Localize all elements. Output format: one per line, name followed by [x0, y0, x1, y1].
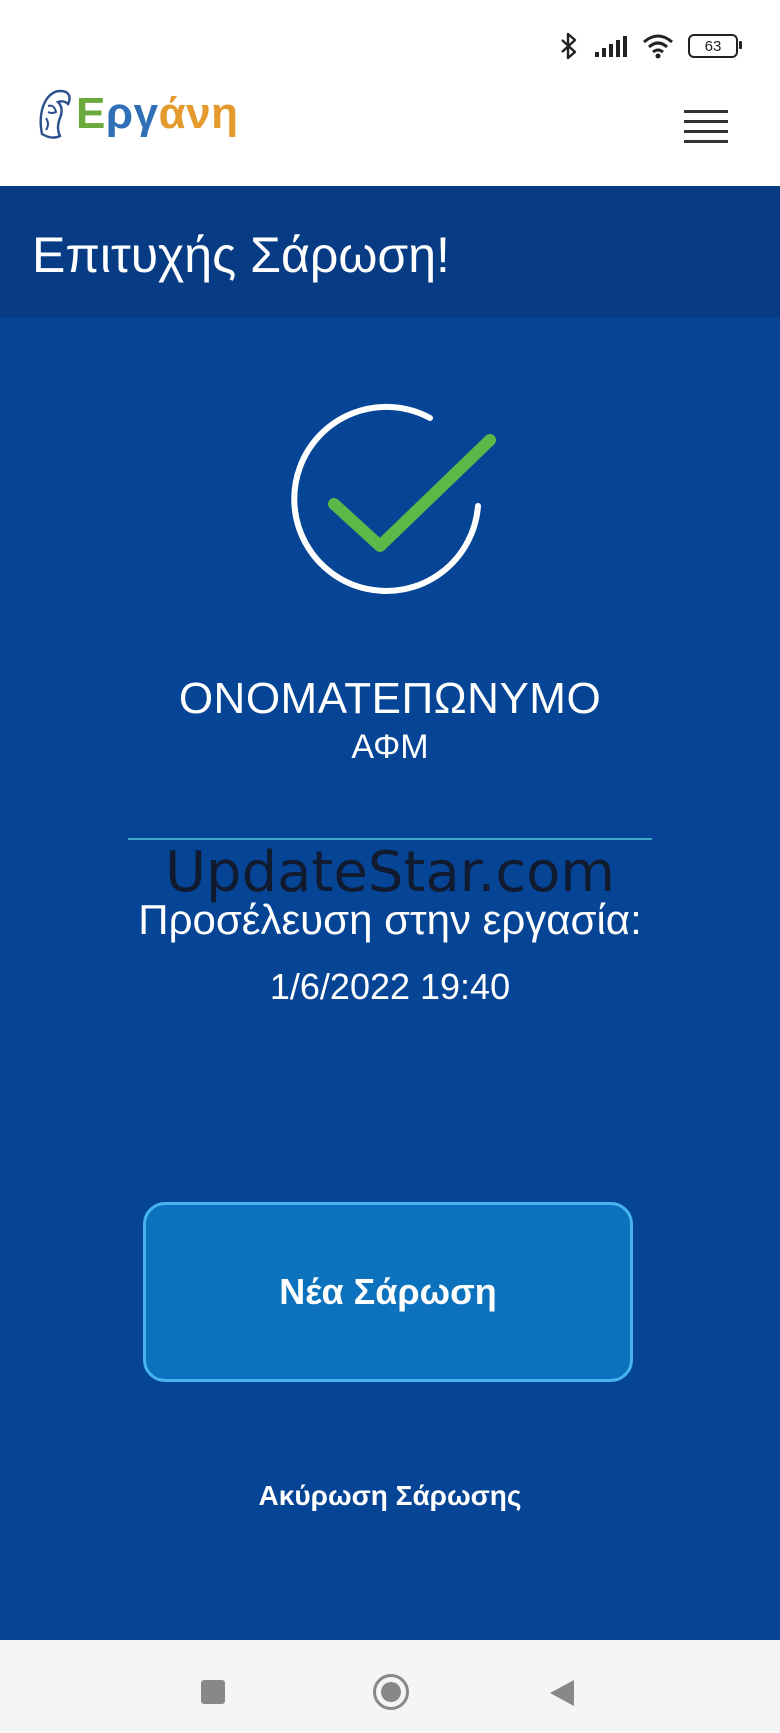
arrival-label: Προσέλευση στην εργασία: — [138, 896, 642, 943]
logo-text-part-1: Ε — [76, 89, 106, 138]
status-bar: 63 — [0, 0, 780, 80]
logo-text-part-3: άνη — [158, 89, 239, 138]
page-title: Επιτυχής Σάρωση! — [32, 227, 450, 283]
battery-level: 63 — [704, 37, 722, 55]
bluetooth-icon — [561, 32, 577, 60]
home-icon[interactable] — [373, 1674, 409, 1710]
recent-apps-icon[interactable] — [201, 1680, 225, 1704]
status-icons: 63 — [558, 32, 742, 60]
app-bar: Εργάνη — [0, 80, 780, 187]
arrival-time: 1/6/2022 19:40 — [269, 966, 511, 1007]
ergani-logo: Εργάνη — [34, 84, 238, 144]
scan-result-panel: ΟΝΟΜΑΤΕΠΩΝΥΜΟ ΑΦΜ UpdateStar.com Προσέλε… — [0, 318, 780, 1640]
battery-icon: 63 — [688, 34, 742, 58]
success-check-icon — [291, 403, 496, 594]
employee-afm: ΑΦΜ — [351, 728, 429, 766]
logo-text-part-2: ργ — [105, 89, 159, 138]
menu-icon[interactable] — [684, 110, 728, 146]
new-scan-button[interactable]: Νέα Σάρωση — [143, 1202, 633, 1382]
signal-icon — [595, 36, 627, 57]
system-nav-bar — [0, 1640, 780, 1733]
employee-name: ΟΝΟΜΑΤΕΠΩΝΥΜΟ — [178, 674, 602, 723]
logo-text: Εργάνη — [76, 89, 238, 139]
cancel-scan-link[interactable]: Ακύρωση Σάρωσης — [0, 1480, 780, 1512]
helmet-logo-icon — [39, 89, 71, 139]
page-header: Επιτυχής Σάρωση! — [0, 186, 780, 318]
wifi-icon — [643, 34, 673, 59]
back-icon[interactable] — [550, 1680, 574, 1706]
